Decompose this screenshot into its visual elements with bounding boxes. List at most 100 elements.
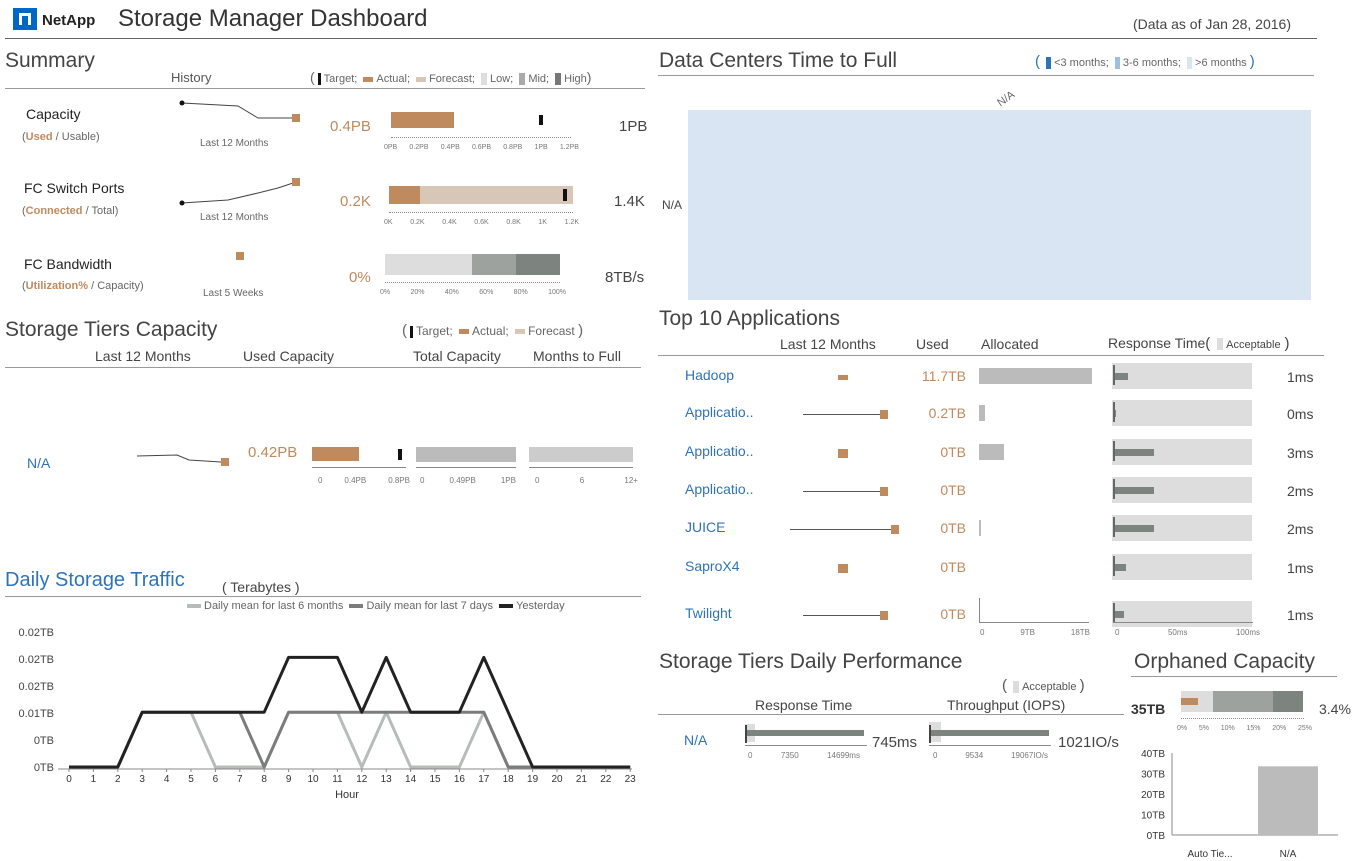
app-response-time: 1ms: [1287, 607, 1314, 623]
orphaned-title: Orphaned Capacity: [1134, 650, 1315, 673]
summary-legend: (Target; Actual; Forecast; Low; Mid; Hig…: [310, 69, 592, 86]
app-used: 0TB: [940, 520, 966, 536]
rt-axis-base: [1113, 622, 1253, 623]
x-tick-label: 10: [307, 774, 319, 785]
tiers-legend: (Target; Actual; Forecast ): [402, 322, 584, 339]
app-rt-marker: [1113, 441, 1115, 461]
app-sparkline-point: [838, 448, 848, 458]
app-rt-acceptable: [1112, 601, 1252, 627]
alloc-ticks: 0 9TB 18TB: [980, 628, 1090, 637]
datacenters-legend: ( <3 months; 3-6 months; >6 months ): [1035, 53, 1255, 70]
apps-divider: [658, 355, 1324, 356]
fc-ports-sparkline: [179, 178, 300, 206]
x-tick-label: N/A: [1280, 849, 1297, 860]
fc-ports-actual: 0.2K: [340, 193, 371, 210]
orphaned-bar-chart: 40TB 30TB 20TB 10TB 0TB Auto Tie... N/A: [1141, 749, 1338, 860]
x-axis-title: Hour: [335, 789, 359, 801]
fc-bandwidth-actual: 0%: [349, 269, 371, 286]
apps-col-allocated: Allocated: [981, 336, 1039, 352]
capacity-period: Last 12 Months: [200, 138, 269, 149]
app-rt-marker: [1113, 402, 1115, 422]
apps-col-used: Used: [916, 336, 949, 352]
app-sparkline-line: [790, 529, 895, 530]
perf-row-na[interactable]: N/A: [684, 732, 707, 748]
app-rt-marker: [1113, 603, 1115, 623]
x-tick-label: Auto Tie...: [1187, 849, 1232, 860]
fc-bandwidth-axis: [385, 282, 560, 283]
app-response-time: 2ms: [1287, 521, 1314, 537]
app-rt-marker: [1113, 517, 1115, 537]
tiers-col-total: Total Capacity: [413, 348, 501, 364]
app-used: 0TB: [940, 559, 966, 575]
app-sparkline-line: [803, 615, 884, 616]
fc-bandwidth-mid-range: [472, 254, 516, 275]
app-link[interactable]: Hadoop: [685, 367, 734, 383]
app-link[interactable]: Applicatio..: [685, 443, 753, 459]
capacity-axis: [391, 137, 571, 138]
perf-rt-axis: [745, 745, 867, 746]
fc-bandwidth-low-range: [385, 254, 472, 275]
tiers-divider: [5, 367, 641, 368]
perf-col-throughput: Throughput (IOPS): [947, 697, 1066, 713]
app-rt-marker: [1113, 556, 1115, 576]
perf-tp-bar: [930, 730, 1049, 736]
app-sparkline-line: [803, 414, 884, 415]
x-tick-label: 16: [454, 774, 466, 785]
app-link[interactable]: Twilight: [685, 605, 732, 621]
x-tick-label: 11: [332, 774, 343, 785]
app-response-time: 2ms: [1287, 483, 1314, 499]
capacity-actual: 0.4PB: [330, 118, 371, 135]
x-tick-label: 23: [625, 774, 637, 785]
datacenters-title: Data Centers Time to Full: [659, 49, 898, 72]
x-tick-label: 4: [164, 774, 170, 785]
tier-total-axis: [416, 467, 516, 468]
traffic-unit: ( Terabytes ): [222, 579, 300, 595]
fc-ports-sublabel: (Connected / Total): [22, 205, 119, 217]
netapp-logo-n: [19, 13, 31, 25]
tier-row-na[interactable]: N/A: [27, 455, 50, 471]
app-link[interactable]: SaproX4: [685, 558, 739, 574]
x-tick-label: 19: [527, 774, 539, 785]
y-tick-label: 0TB: [1147, 831, 1166, 842]
tier-total-bar: [416, 447, 516, 462]
perf-rt-bar: [746, 730, 864, 736]
x-tick-label: 14: [405, 774, 417, 785]
app-rt-acceptable: [1112, 554, 1252, 580]
tiers-title: Storage Tiers Capacity: [5, 318, 218, 341]
series-line-0: [69, 710, 631, 769]
tier-months-axis: [529, 467, 633, 468]
perf-legend: ( Acceptable ): [1002, 677, 1085, 694]
app-used: 11.7TB: [921, 368, 966, 384]
app-rt-acceptable: [1112, 400, 1252, 426]
y-tick-label: 0TB: [34, 735, 54, 747]
app-link[interactable]: JUICE: [685, 519, 725, 535]
data-as-of: (Data as of Jan 28, 2016): [1133, 16, 1291, 32]
app-link[interactable]: Applicatio..: [685, 481, 753, 497]
app-allocated-bar: [979, 368, 1092, 384]
capacity-sparkline: [179, 100, 300, 122]
perf-rt-value: 745ms: [872, 734, 918, 751]
traffic-legend: Daily mean for last 6 months Daily mean …: [184, 600, 565, 612]
x-tick-label: 18: [503, 774, 515, 785]
page-title: Storage Manager Dashboard: [118, 5, 428, 32]
x-tick-label: 21: [576, 774, 588, 785]
perf-title: Storage Tiers Daily Performance: [659, 650, 963, 673]
app-response-time: 0ms: [1287, 406, 1314, 422]
perf-tp-ticks: 0 9534 19067IO/s: [933, 751, 1048, 760]
datacenters-y-label: N/A: [662, 198, 683, 212]
app-link[interactable]: Applicatio..: [685, 404, 753, 420]
x-tick-label: 2: [115, 774, 121, 785]
x-tick-label: 8: [261, 774, 267, 785]
y-tick-label: 0.02TB: [19, 654, 54, 666]
fc-ports-actual-bar: [389, 186, 420, 204]
fc-bandwidth-period: Last 5 Weeks: [203, 288, 264, 299]
datacenters-divider: [658, 75, 1314, 76]
app-rt-bar: [1113, 373, 1129, 380]
perf-rt-marker: [745, 725, 747, 743]
app-rt-acceptable: [1112, 363, 1252, 389]
datacenter-tile[interactable]: [688, 110, 1311, 300]
traffic-divider: [5, 596, 641, 597]
orphaned-bar[interactable]: [1258, 766, 1318, 835]
capacity-total: 1PB: [619, 118, 648, 135]
x-tick-label: 5: [188, 774, 194, 785]
